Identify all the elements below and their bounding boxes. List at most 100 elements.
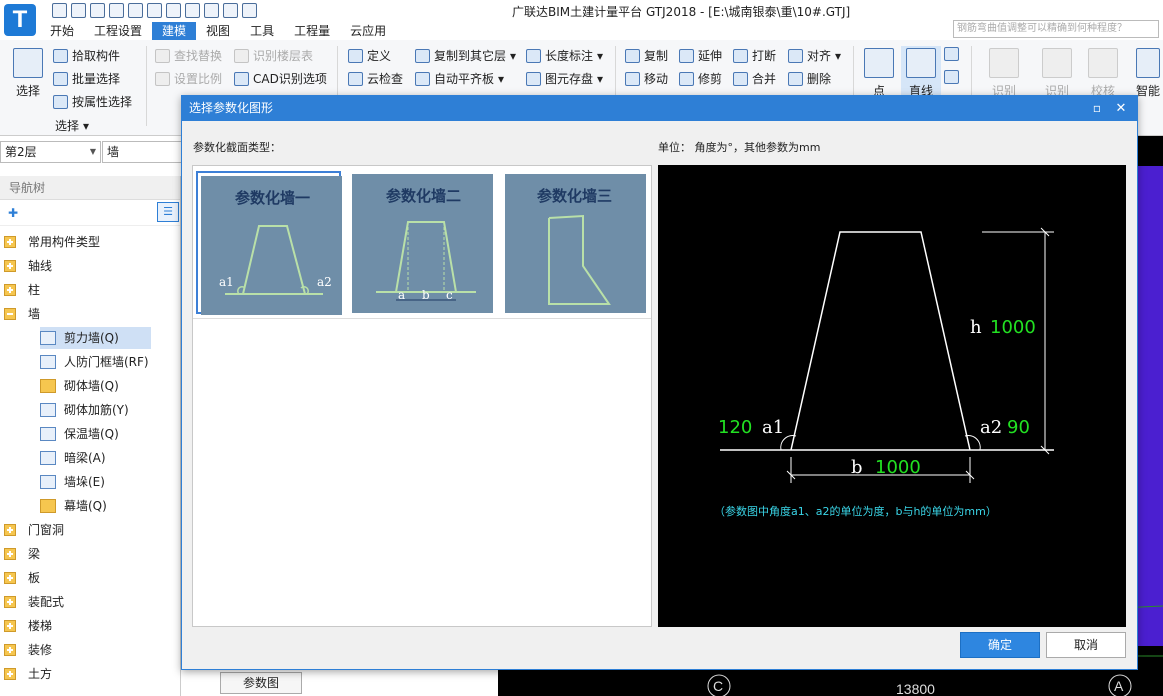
tree-item-decoration[interactable]: 装修 — [4, 639, 52, 661]
tree-item-wall[interactable]: 墙 — [4, 303, 40, 325]
tab-cloud[interactable]: 云应用 — [340, 22, 396, 40]
select-big-label: 选择 — [15, 84, 40, 98]
break-label: 打断 — [752, 49, 777, 63]
pick-component-button[interactable]: 拾取构件 — [53, 47, 120, 64]
draw-point-button[interactable]: 点 — [862, 48, 896, 99]
tree-item-insulation-wall[interactable]: 保温墙(Q) — [40, 423, 119, 445]
cloud-check-button[interactable]: 云检查 — [348, 70, 403, 87]
ribbon-separator — [146, 46, 147, 126]
list-view-icon[interactable]: ☰ — [157, 202, 179, 222]
undo-icon[interactable] — [109, 3, 124, 18]
tab-start[interactable]: 开始 — [40, 22, 84, 40]
delete-button[interactable]: 删除 — [788, 70, 831, 87]
shape-thumb-wall-2[interactable]: 参数化墙二 a b c — [349, 171, 494, 314]
copy-label: 复制 — [644, 49, 669, 63]
polyline-icon — [944, 47, 959, 61]
masonry-wall-icon — [40, 379, 56, 393]
tab-quantities[interactable]: 工程量 — [284, 22, 340, 40]
tree-item-civil-defense-door-wall[interactable]: 人防门框墙(RF) — [40, 351, 149, 373]
add-icon[interactable]: ✚ — [8, 206, 18, 220]
tree-item-curtain-wall[interactable]: 幕墙(Q) — [40, 495, 107, 517]
tree-item-masonry-reinforcement[interactable]: 砌体加筋(Y) — [40, 399, 129, 421]
identify-button-2[interactable]: 识别 — [1039, 48, 1075, 99]
tree-item-masonry-wall[interactable]: 砌体墙(Q) — [40, 375, 119, 397]
tree-item-wall-pier[interactable]: 墙垛(E) — [40, 471, 105, 493]
identify-button-1[interactable]: 识别 — [986, 48, 1022, 99]
cad-options-button[interactable]: CAD识别选项 — [234, 70, 327, 87]
merge-button[interactable]: 合并 — [733, 70, 776, 87]
tree-item-common-types[interactable]: 常用构件类型 — [4, 231, 100, 253]
reinforcement-icon — [40, 403, 56, 417]
move-button[interactable]: 移动 — [625, 70, 668, 87]
tree-item-label: 墙 — [28, 307, 41, 321]
tree-item-slab[interactable]: 板 — [4, 567, 40, 589]
tree-item-prefab[interactable]: 装配式 — [4, 591, 64, 613]
identify-floor-table-button[interactable]: 识别楼层表 — [234, 47, 313, 64]
align-label: 对齐 — [807, 49, 832, 63]
smart-button[interactable]: 智能 — [1134, 48, 1162, 99]
param-diagram-tab[interactable]: 参数图 — [220, 672, 302, 694]
thumb-label-a: a — [398, 288, 405, 302]
cancel-button[interactable]: 取消 — [1046, 632, 1126, 658]
report-icon[interactable] — [166, 3, 181, 18]
redo-icon[interactable] — [128, 3, 143, 18]
tree-item-axis[interactable]: 轴线 — [4, 255, 52, 277]
define-button[interactable]: 定义 — [348, 47, 391, 64]
move-label: 移动 — [644, 72, 669, 86]
open-file-icon[interactable] — [71, 3, 86, 18]
break-button[interactable]: 打断 — [733, 47, 776, 64]
add-icon[interactable] — [242, 3, 257, 18]
tree-item-beam[interactable]: 梁 — [4, 543, 40, 565]
tab-view[interactable]: 视图 — [196, 22, 240, 40]
help-search-input[interactable]: 钢筋弯曲值调整可以精确到何种程度？ — [953, 20, 1159, 38]
expand-icon — [4, 668, 16, 680]
grid-icon[interactable] — [223, 3, 238, 18]
floor-select[interactable]: 第2层 ▼ — [0, 141, 101, 163]
select-group-dropdown[interactable]: 选择 ▾ — [55, 117, 89, 134]
align-icon — [788, 48, 803, 63]
tree-item-door-window-opening[interactable]: 门窗洞 — [4, 519, 64, 541]
batch-select-button[interactable]: 批量选择 — [53, 70, 120, 87]
arc-tool-button[interactable] — [944, 70, 959, 84]
length-dimension-label: 长度标注 — [545, 49, 594, 63]
select-by-attr-label: 按属性选择 — [72, 95, 133, 109]
trim-button[interactable]: 修剪 — [679, 70, 722, 87]
tab-project-settings[interactable]: 工程设置 — [84, 22, 152, 40]
tab-modeling[interactable]: 建模 — [152, 22, 197, 40]
tree-item-hidden-beam[interactable]: 暗梁(A) — [40, 447, 106, 469]
select-by-attr-button[interactable]: 按属性选择 — [53, 93, 132, 110]
new-file-icon[interactable] — [52, 3, 67, 18]
find-replace-button[interactable]: 查找替换 — [155, 47, 222, 64]
extend-button[interactable]: 延伸 — [679, 47, 722, 64]
polyline-tool-button[interactable] — [944, 47, 959, 61]
component-type-select[interactable]: 墙 — [102, 141, 182, 163]
copy-to-other-floor-button[interactable]: 复制到其它层 ▾ — [415, 47, 516, 64]
shape-thumb-wall-1[interactable]: 参数化墙一 a1 a2 — [196, 171, 342, 315]
close-icon[interactable]: ✕ — [1111, 96, 1131, 121]
component-type-value: 墙 — [107, 145, 120, 159]
search-icon[interactable] — [185, 3, 200, 18]
ok-button[interactable]: 确定 — [960, 632, 1040, 658]
shape-thumb-wall-3[interactable]: 参数化墙三 — [502, 171, 647, 314]
hidden-beam-icon — [40, 451, 56, 465]
select-big-button[interactable]: 选择 — [8, 48, 48, 99]
verify-button[interactable]: 校核 — [1085, 48, 1121, 99]
tab-tools[interactable]: 工具 — [240, 22, 284, 40]
element-storage-button[interactable]: 图元存盘 ▾ — [526, 70, 603, 87]
sigma-icon[interactable] — [147, 3, 162, 18]
copy-button[interactable]: 复制 — [625, 47, 668, 64]
set-ratio-button[interactable]: 设置比例 — [155, 70, 222, 87]
edit-icon[interactable] — [204, 3, 219, 18]
auto-flat-slab-button[interactable]: 自动平齐板 ▾ — [415, 70, 504, 87]
length-dimension-button[interactable]: 长度标注 ▾ — [526, 47, 603, 64]
tree-item-column[interactable]: 柱 — [4, 279, 40, 301]
align-button[interactable]: 对齐 ▾ — [788, 47, 841, 64]
save-icon[interactable] — [90, 3, 105, 18]
maximize-icon[interactable]: ▫ — [1089, 96, 1105, 121]
trim-label: 修剪 — [698, 72, 723, 86]
tree-item-earthwork[interactable]: 土方 — [4, 663, 52, 685]
tree-item-shear-wall[interactable]: 剪力墙(Q) — [40, 327, 151, 349]
navigation-tree-toolbar: ✚ ☰ — [0, 200, 180, 226]
tree-item-stairs[interactable]: 楼梯 — [4, 615, 52, 637]
cloud-icon — [348, 71, 363, 86]
